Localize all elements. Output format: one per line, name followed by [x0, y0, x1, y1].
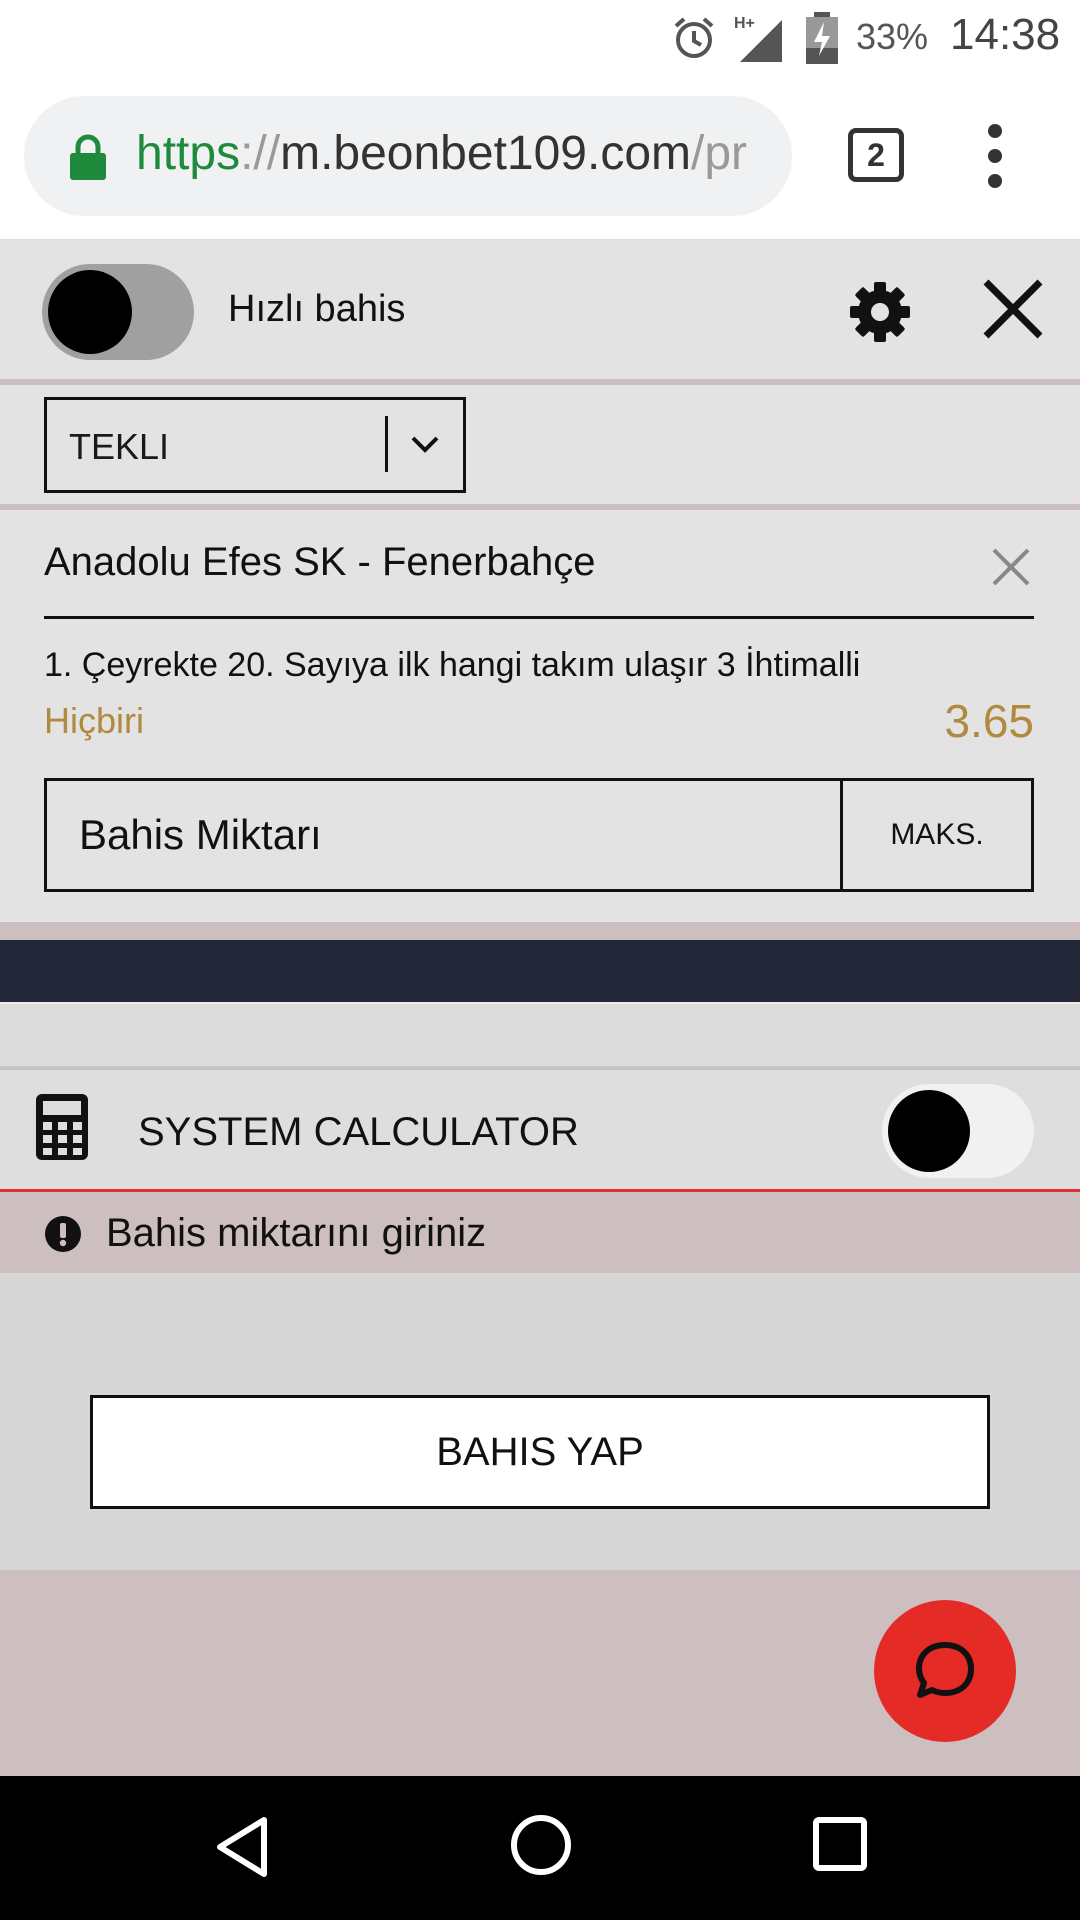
place-bet-area: BAHIS YAP [0, 1273, 1080, 1570]
odds-value: 3.65 [944, 695, 1034, 747]
market-name: 1. Çeyrekte 20. Sayıya ilk hangi takım u… [44, 646, 861, 684]
gear-icon[interactable] [848, 280, 912, 344]
chat-button[interactable] [874, 1600, 1016, 1742]
android-nav-bar [0, 1776, 1080, 1920]
overflow-menu-icon[interactable] [980, 124, 1010, 188]
warning-message: Bahis miktarını giriniz [0, 1195, 1080, 1273]
selection-name: Hiçbiri [44, 700, 145, 741]
chevron-down-icon [411, 436, 439, 453]
tab-switcher-button[interactable]: 2 [848, 128, 904, 182]
quick-bet-label: Hızlı bahis [228, 288, 406, 330]
url-text: https://m.beonbet109.com/pr [136, 127, 748, 180]
alarm-icon [674, 17, 714, 58]
svg-text:H+: H+ [734, 15, 755, 32]
bet-selection-card: Anadolu Efes SK - Fenerbahçe 1. Çeyrekte… [0, 510, 1080, 922]
calculator-icon [36, 1094, 88, 1160]
address-bar[interactable]: https://m.beonbet109.com/pr [24, 96, 792, 216]
battery-percent: 33% [856, 16, 929, 57]
system-calculator-row: SYSTEM CALCULATOR [0, 1070, 1080, 1192]
bet-type-row: TEKLI [0, 385, 1080, 509]
signal-icon: H+ [734, 15, 782, 62]
bet-type-select[interactable]: TEKLI [44, 397, 466, 493]
chat-bubble-icon [916, 1642, 974, 1698]
battery-charging-icon [806, 12, 838, 64]
place-bet-button[interactable]: BAHIS YAP [90, 1395, 990, 1509]
status-bar: H+ 33% 14:38 [0, 0, 1080, 76]
clock: 14:38 [950, 10, 1061, 59]
max-stake-button[interactable]: MAKS. [843, 781, 1031, 889]
home-icon[interactable] [510, 1814, 572, 1876]
browser-toolbar: https://m.beonbet109.com/pr 2 [0, 76, 1080, 240]
recent-apps-icon[interactable] [812, 1816, 868, 1872]
stake-input[interactable] [47, 781, 843, 889]
match-title: Anadolu Efes SK - Fenerbahçe [44, 540, 596, 584]
warning-text: Bahis miktarını giriniz [106, 1211, 487, 1255]
back-icon[interactable] [212, 1814, 272, 1880]
system-calculator-toggle[interactable] [882, 1084, 1034, 1178]
dark-band [0, 940, 1080, 1002]
bet-type-value: TEKLI [69, 426, 170, 467]
slip-header: Hızlı bahis [0, 240, 1080, 382]
exclamation-icon [45, 1216, 81, 1252]
system-calculator-label: SYSTEM CALCULATOR [138, 1110, 579, 1154]
remove-selection-icon[interactable] [990, 546, 1032, 588]
quick-bet-toggle[interactable] [42, 264, 194, 360]
lock-icon [70, 134, 106, 180]
close-icon[interactable] [980, 276, 1046, 342]
stake-box: MAKS. [44, 778, 1034, 892]
